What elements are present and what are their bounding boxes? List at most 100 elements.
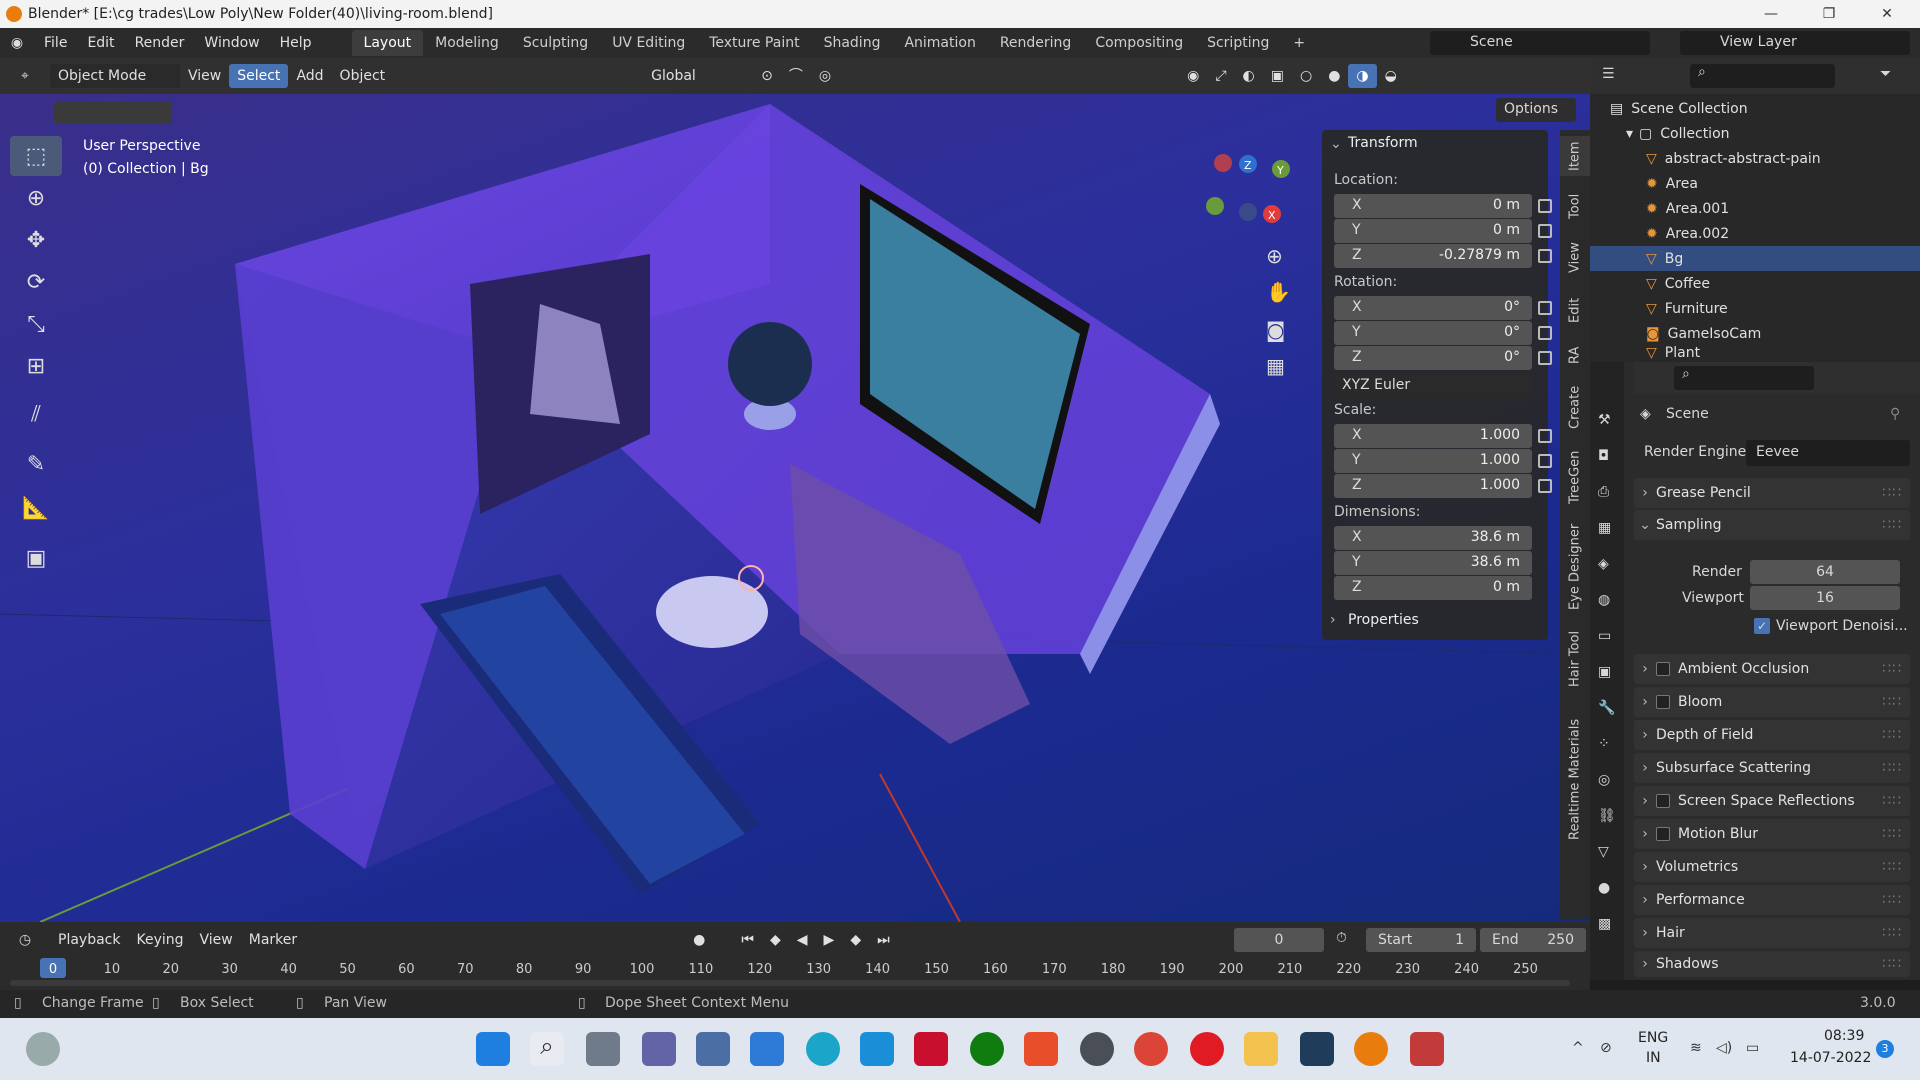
select-mode-buttons[interactable] — [54, 102, 172, 124]
play-icon[interactable]: ▶ — [816, 928, 843, 952]
section-screen-space-reflections[interactable]: › Screen Space Reflections ∷∷ — [1634, 786, 1910, 816]
playback-menu[interactable]: Playback — [50, 928, 128, 952]
rotate-tool-icon[interactable]: ⟳ — [10, 262, 62, 302]
section-subsurface-scattering[interactable]: › Subsurface Scattering ∷∷ — [1634, 753, 1910, 783]
menu-window[interactable]: Window — [194, 28, 269, 58]
render-engine-dropdown[interactable]: Eevee — [1746, 440, 1910, 466]
rendered-shading-icon[interactable]: ◒ — [1377, 64, 1405, 88]
search-icon[interactable]: ⌕ — [530, 1032, 564, 1066]
tab-compositing[interactable]: Compositing — [1083, 30, 1195, 56]
scene-selector[interactable]: Scene — [1430, 31, 1650, 55]
timeline-scrollbar[interactable] — [10, 980, 1570, 986]
jump-start-icon[interactable]: ⏮ — [733, 928, 762, 952]
checkbox-icon[interactable] — [1656, 662, 1670, 676]
xbox-icon[interactable] — [970, 1032, 1004, 1066]
section-hair[interactable]: › Hair ∷∷ — [1634, 918, 1910, 948]
edge-icon[interactable] — [806, 1032, 840, 1066]
tab-rendering[interactable]: Rendering — [988, 30, 1084, 56]
lock-icon[interactable] — [1538, 224, 1552, 238]
lock-icon[interactable] — [1538, 351, 1552, 365]
texture-tab-icon[interactable]: ▩ — [1598, 916, 1611, 932]
view-menu[interactable]: View — [180, 64, 229, 88]
overlay-icon[interactable]: ◐ — [1235, 64, 1263, 88]
options-dropdown[interactable]: Options — [1496, 98, 1576, 122]
visibility-icon[interactable]: ◉ — [1179, 64, 1207, 88]
tab-eye-designer[interactable]: Eye Designer — [1560, 520, 1590, 614]
outliner-item[interactable]: ▽ Plant — [1590, 344, 1920, 362]
battery-icon[interactable]: ▭ — [1746, 1040, 1759, 1056]
add-cube-tool-icon[interactable]: ▣ — [10, 538, 62, 578]
app-icon[interactable] — [1300, 1032, 1334, 1066]
menu-render[interactable]: Render — [125, 28, 195, 58]
cursor-tool-icon[interactable]: ⊕ — [10, 178, 62, 218]
ortho-grid-icon[interactable]: ▦ — [1266, 354, 1285, 378]
scale-z-field[interactable]: Z 1.000 — [1334, 474, 1532, 498]
jump-end-icon[interactable]: ⏭ — [869, 928, 898, 952]
chevron-down-icon[interactable]: ▾ — [1626, 126, 1633, 142]
particles-tab-icon[interactable]: ⁘ — [1598, 736, 1610, 752]
lock-icon[interactable] — [1538, 326, 1552, 340]
render-samples-field[interactable]: 64 — [1750, 560, 1900, 584]
notification-badge[interactable]: 3 — [1876, 1040, 1894, 1058]
select-menu[interactable]: Select — [229, 64, 289, 88]
tab-edit[interactable]: Edit — [1560, 290, 1590, 330]
world-tab-icon[interactable]: ◍ — [1598, 592, 1610, 608]
location-x-field[interactable]: X 0 m — [1334, 194, 1532, 218]
zoom-icon[interactable]: ⊕ — [1266, 244, 1283, 268]
outliner-item[interactable]: ▽ Furniture — [1590, 296, 1920, 321]
rotation-mode-dropdown[interactable]: XYZ Euler — [1334, 374, 1532, 398]
chevron-down-icon[interactable]: ⌄ — [1330, 136, 1342, 152]
wifi-icon[interactable]: ≋ — [1690, 1040, 1702, 1056]
tab-modeling[interactable]: Modeling — [423, 30, 511, 56]
prev-keyframe-icon[interactable]: ◆ — [762, 928, 789, 952]
constraints-tab-icon[interactable]: ⛓ — [1598, 808, 1616, 824]
next-keyframe-icon[interactable]: ◆ — [842, 928, 869, 952]
scale-y-field[interactable]: Y 1.000 — [1334, 449, 1532, 473]
end-frame-field[interactable]: End 250 — [1480, 928, 1586, 952]
checkbox-icon[interactable] — [1656, 827, 1670, 841]
rotation-z-field[interactable]: Z 0° — [1334, 346, 1532, 370]
tab-animation[interactable]: Animation — [892, 30, 987, 56]
ruler-tool-icon[interactable]: 📐 — [10, 488, 62, 528]
task-view-icon[interactable] — [586, 1032, 620, 1066]
section-depth-of-field[interactable]: › Depth of Field ∷∷ — [1634, 720, 1910, 750]
lock-icon[interactable] — [1538, 199, 1552, 213]
outliner-item[interactable]: ✹ Area.001 — [1590, 196, 1920, 221]
language-line-1[interactable]: ENG — [1638, 1030, 1668, 1046]
section-grease-pencil[interactable]: › Grease Pencil ∷∷ — [1634, 478, 1910, 508]
office-icon[interactable] — [1024, 1032, 1058, 1066]
chrome-icon[interactable] — [1134, 1032, 1168, 1066]
mail-icon[interactable] — [750, 1032, 784, 1066]
tab-hair-tool[interactable]: Hair Tool — [1560, 624, 1590, 694]
weather-icon[interactable] — [26, 1032, 60, 1066]
snap-icon[interactable]: ⌒ — [781, 64, 811, 88]
blender-icon[interactable] — [1354, 1032, 1388, 1066]
output-tab-icon[interactable]: ⎙ — [1598, 484, 1609, 500]
file-explorer-icon[interactable] — [1244, 1032, 1278, 1066]
blender-menu-icon[interactable]: ◉ — [0, 35, 34, 51]
l-app-icon[interactable] — [860, 1032, 894, 1066]
keying-menu[interactable]: Keying — [128, 928, 191, 952]
outliner-item[interactable]: ▽ Coffee — [1590, 271, 1920, 296]
tab-realtime-materials[interactable]: Realtime Materials — [1560, 704, 1590, 854]
dimensions-y-field[interactable]: Y 38.6 m — [1334, 551, 1532, 575]
outliner-search-input[interactable]: ⌕ — [1690, 64, 1835, 88]
render-tab-icon[interactable]: ◘ — [1598, 448, 1609, 464]
xray-icon[interactable]: ▣ — [1263, 64, 1292, 88]
mode-dropdown[interactable]: Object Mode — [50, 64, 180, 88]
view-layer-selector[interactable]: View Layer — [1680, 31, 1910, 55]
tab-texture-paint[interactable]: Texture Paint — [697, 30, 811, 56]
rotation-y-field[interactable]: Y 0° — [1334, 321, 1532, 345]
proportional-icon[interactable]: ◎ — [811, 64, 839, 88]
opera-icon[interactable] — [1190, 1032, 1224, 1066]
section-performance[interactable]: › Performance ∷∷ — [1634, 885, 1910, 915]
maximize-icon[interactable]: ❐ — [1806, 0, 1852, 28]
dimensions-z-field[interactable]: Z 0 m — [1334, 576, 1532, 600]
rotation-x-field[interactable]: X 0° — [1334, 296, 1532, 320]
gizmo-icon[interactable]: ⤢ — [1207, 64, 1234, 88]
properties-panel-header[interactable]: Properties — [1348, 612, 1419, 628]
dimensions-x-field[interactable]: X 38.6 m — [1334, 526, 1532, 550]
tab-view[interactable]: View — [1560, 236, 1590, 280]
pin-icon[interactable]: ⚲ — [1890, 406, 1900, 422]
outliner-item[interactable]: ◙ GameIsoCam — [1590, 321, 1920, 346]
